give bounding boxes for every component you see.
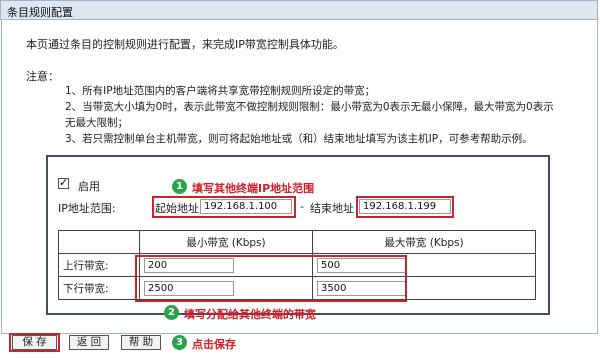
annotation-1-badge: 1: [172, 179, 187, 194]
save-button[interactable]: 保 存: [12, 335, 57, 350]
start-address-label: 起始地址: [155, 202, 199, 215]
back-button[interactable]: 返 回: [69, 335, 109, 350]
note-item: 3、若只需控制单台主机带宽，则可将起始地址或（和）结束地址填写为该主机IP，可参…: [65, 133, 533, 145]
uplink-label: 上行带宽:: [58, 253, 140, 277]
end-address-label: 结束地址: [310, 202, 354, 215]
enable-label: 启用: [78, 180, 100, 193]
annotation-2-badge: 2: [164, 305, 179, 320]
annotation-2-text: 填写分配给其他终端的带宽: [184, 308, 316, 321]
annotation-3-badge: 3: [172, 335, 187, 350]
table-header-row: 最小带宽 (Kbps) 最大带宽 (Kbps): [58, 230, 536, 254]
note-item: 无最大限制；: [65, 117, 128, 129]
annotation-1-text: 填写其他终端IP地址范围: [192, 182, 315, 195]
ip-range-label: IP地址范围:: [58, 202, 116, 215]
intro-text: 本页通过条目的控制规则进行配置，来完成IP带宽控制具体功能。: [26, 38, 344, 51]
note-item: 1、所有IP地址范围内的客户端将共享宽带控制规则所设定的带宽；: [65, 85, 376, 97]
end-ip-input[interactable]: [359, 199, 451, 214]
min-bandwidth-header: 最小带宽 (Kbps): [139, 230, 313, 254]
notes-label: 注意：: [26, 70, 59, 83]
enable-checkbox[interactable]: [58, 176, 69, 189]
max-bandwidth-header: 最大带宽 (Kbps): [312, 230, 536, 254]
range-dash: -: [300, 200, 304, 213]
page-title: 条目规则配置: [7, 6, 73, 19]
help-button[interactable]: 帮 助: [121, 335, 161, 350]
annotation-3-text: 点击保存: [192, 338, 236, 351]
downlink-label: 下行带宽:: [58, 276, 140, 300]
note-item: 2、当带宽大小填为0时，表示此带宽不做控制规则限制：最小带宽为0表示无最小保障，…: [65, 101, 554, 113]
table-corner-cell: [58, 230, 140, 254]
start-ip-input[interactable]: [200, 199, 292, 214]
bandwidth-highlight: [135, 255, 407, 302]
footer-divider: [1, 333, 598, 334]
window-title-bar: 条目规则配置: [0, 0, 598, 20]
